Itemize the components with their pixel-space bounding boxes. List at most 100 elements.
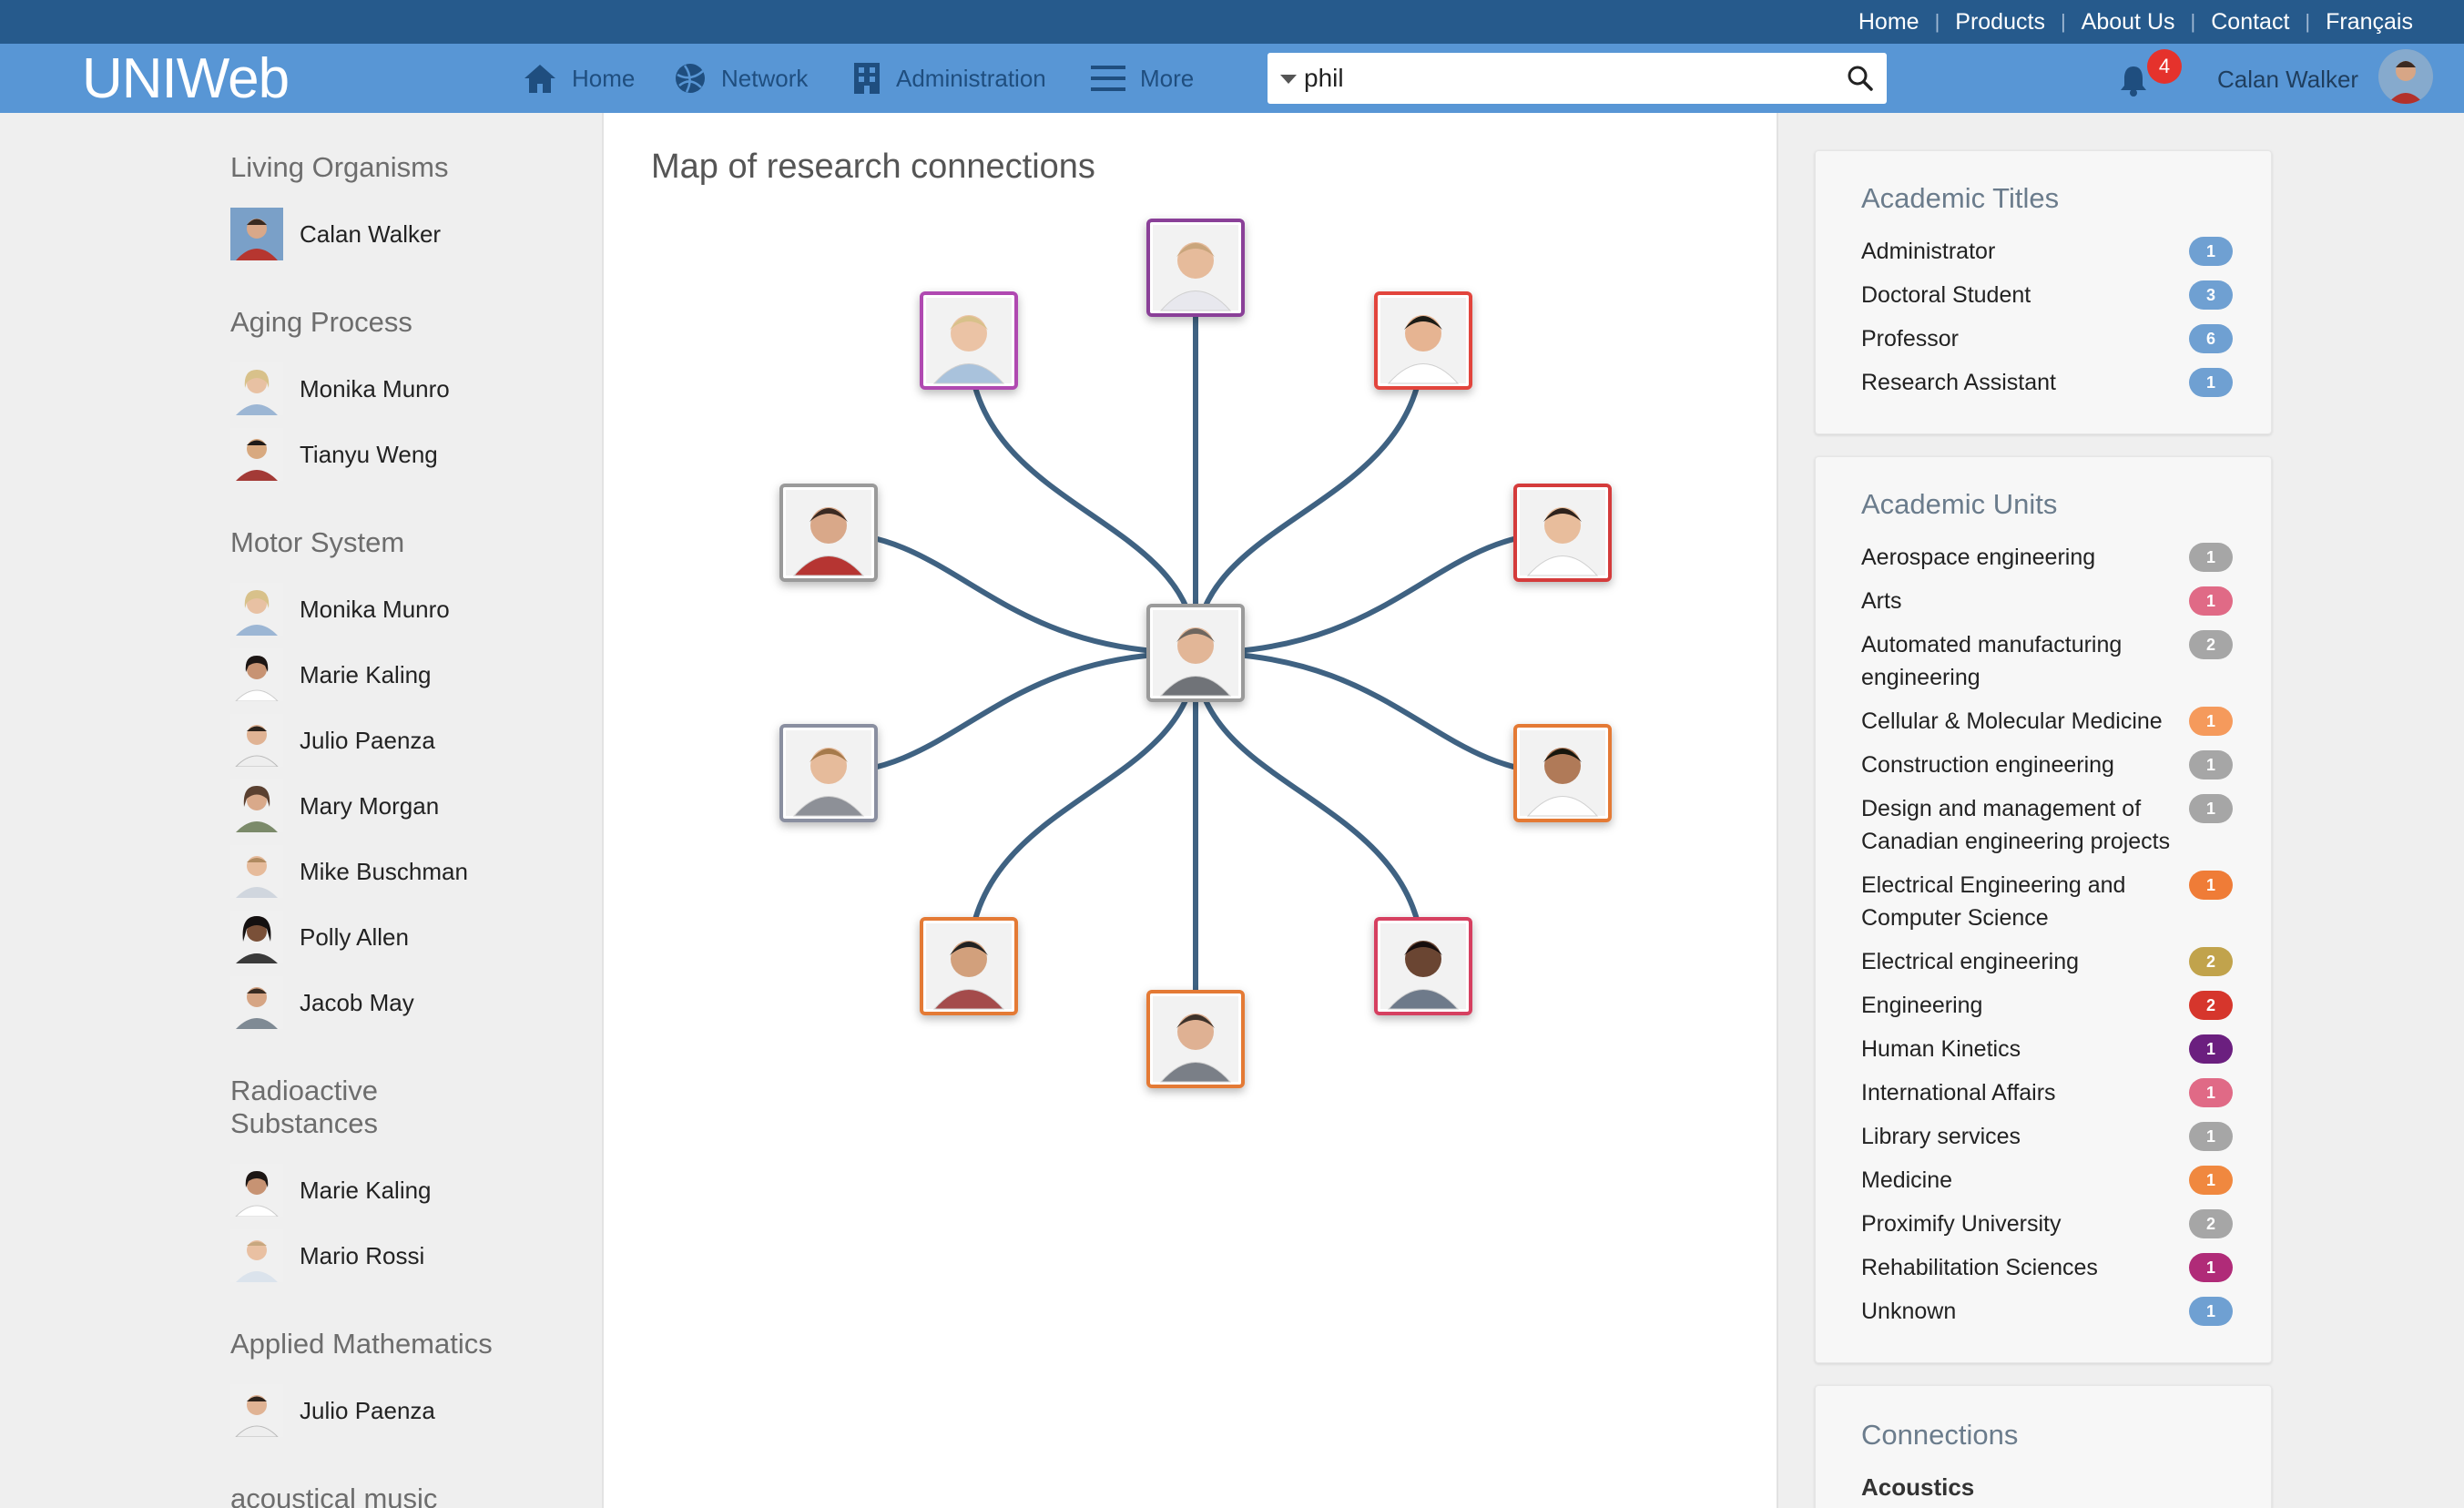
filter-row[interactable]: Human Kinetics 1 bbox=[1861, 1033, 2233, 1065]
connections-heading: Connections bbox=[1861, 1419, 2019, 1451]
filter-row[interactable]: Electrical Engineering and Computer Scie… bbox=[1861, 869, 2233, 934]
keyword-sidebar: Living Organisms Calan Walker Aging Proc… bbox=[0, 113, 601, 1508]
notification-badge[interactable]: 4 bbox=[2147, 49, 2182, 84]
person-item[interactable]: Mary Morgan bbox=[230, 779, 439, 832]
section-title-radioactive-substances[interactable]: Radioactive Substances bbox=[230, 1075, 531, 1140]
count-badge: 1 bbox=[2189, 1078, 2233, 1107]
filter-row[interactable]: Aerospace engineering 1 bbox=[1861, 541, 2233, 574]
search-filter-dropdown[interactable] bbox=[1280, 75, 1297, 84]
researcher-node[interactable] bbox=[779, 724, 878, 822]
logo[interactable]: UNIWeb bbox=[82, 47, 290, 111]
filter-row[interactable]: Professor 6 bbox=[1861, 322, 2233, 355]
researcher-node[interactable] bbox=[1146, 219, 1245, 317]
filter-row[interactable]: Doctoral Student 3 bbox=[1861, 279, 2233, 311]
section-title-applied-mathematics[interactable]: Applied Mathematics bbox=[230, 1328, 531, 1360]
person-avatar bbox=[230, 1229, 283, 1282]
filter-row[interactable]: Design and management of Canadian engine… bbox=[1861, 792, 2233, 858]
nav-more[interactable]: More bbox=[1091, 44, 1194, 113]
top-link-home[interactable]: Home bbox=[1858, 9, 1919, 36]
top-link-about[interactable]: About Us bbox=[2082, 9, 2175, 36]
person-avatar bbox=[230, 1164, 283, 1217]
nav-network[interactable]: Network bbox=[674, 44, 808, 113]
section-title-motor-system[interactable]: Motor System bbox=[230, 526, 531, 559]
count-badge: 1 bbox=[2189, 1297, 2233, 1326]
researcher-node[interactable] bbox=[1374, 291, 1472, 390]
person-item[interactable]: Jacob May bbox=[230, 976, 414, 1029]
filter-row[interactable]: Automated manufacturing engineering 2 bbox=[1861, 628, 2233, 694]
filter-row[interactable]: Unknown 1 bbox=[1861, 1295, 2233, 1328]
filter-row[interactable]: Engineering 2 bbox=[1861, 989, 2233, 1022]
person-item[interactable]: Monika Munro bbox=[230, 362, 450, 415]
researcher-node[interactable] bbox=[920, 291, 1018, 390]
bell-icon[interactable] bbox=[2118, 64, 2149, 97]
person-avatar bbox=[230, 976, 283, 1029]
count-badge: 2 bbox=[2189, 1209, 2233, 1238]
section-title-aging-process[interactable]: Aging Process bbox=[230, 306, 531, 339]
count-badge: 1 bbox=[2189, 237, 2233, 266]
researcher-node[interactable] bbox=[1146, 990, 1245, 1088]
filter-row[interactable]: Administrator 1 bbox=[1861, 235, 2233, 268]
researcher-node[interactable] bbox=[920, 917, 1018, 1015]
person-item[interactable]: Mike Buschman bbox=[230, 845, 468, 898]
center-researcher-node[interactable] bbox=[1146, 604, 1245, 702]
count-badge: 1 bbox=[2189, 543, 2233, 572]
person-avatar bbox=[230, 428, 283, 481]
person-item[interactable]: Monika Munro bbox=[230, 583, 450, 636]
search-input[interactable] bbox=[1304, 53, 1823, 104]
filter-row[interactable]: International Affairs 1 bbox=[1861, 1076, 2233, 1109]
search-icon[interactable] bbox=[1847, 65, 1874, 92]
researcher-node[interactable] bbox=[1513, 484, 1612, 582]
person-item[interactable]: Julio Paenza bbox=[230, 714, 435, 767]
connections-panel: Connections Acoustics bbox=[1815, 1385, 2272, 1508]
person-avatar bbox=[230, 583, 283, 636]
top-link-language[interactable]: Français bbox=[2326, 9, 2413, 36]
researcher-node[interactable] bbox=[1374, 917, 1472, 1015]
academic-titles-heading: Academic Titles bbox=[1861, 182, 2060, 214]
count-badge: 1 bbox=[2189, 1034, 2233, 1064]
top-nav: Home | Products | About Us | Contact | F… bbox=[1858, 8, 2413, 36]
filter-row[interactable]: Electrical engineering 2 bbox=[1861, 945, 2233, 978]
home-icon bbox=[524, 65, 555, 93]
person-item[interactable]: Marie Kaling bbox=[230, 1164, 432, 1217]
nav-home-label: Home bbox=[572, 64, 636, 92]
top-link-products[interactable]: Products bbox=[1955, 9, 2045, 36]
academic-units-heading: Academic Units bbox=[1861, 488, 2058, 520]
main-panel: Map of research connections bbox=[602, 113, 1778, 1508]
research-network-graph bbox=[779, 219, 1612, 1088]
person-item[interactable]: Polly Allen bbox=[230, 911, 409, 963]
filter-row[interactable]: Construction engineering 1 bbox=[1861, 749, 2233, 781]
nav-home[interactable]: Home bbox=[523, 44, 635, 113]
filter-row[interactable]: Research Assistant 1 bbox=[1861, 366, 2233, 399]
count-badge: 1 bbox=[2189, 368, 2233, 397]
top-link-contact[interactable]: Contact bbox=[2211, 9, 2289, 36]
search-box bbox=[1268, 53, 1887, 104]
nav-administration[interactable]: Administration bbox=[852, 44, 1046, 113]
nav-administration-label: Administration bbox=[896, 64, 1046, 92]
researcher-node[interactable] bbox=[779, 484, 878, 582]
person-item[interactable]: Calan Walker bbox=[230, 208, 441, 260]
filter-row[interactable]: Proximify University 2 bbox=[1861, 1207, 2233, 1240]
person-item[interactable]: Marie Kaling bbox=[230, 648, 432, 701]
section-title-living-organisms[interactable]: Living Organisms bbox=[230, 151, 531, 184]
top-bar: Home | Products | About Us | Contact | F… bbox=[0, 0, 2464, 44]
person-avatar bbox=[230, 1384, 283, 1437]
count-badge: 1 bbox=[2189, 794, 2233, 823]
filter-row[interactable]: Medicine 1 bbox=[1861, 1164, 2233, 1197]
filter-row[interactable]: Arts 1 bbox=[1861, 585, 2233, 617]
person-item[interactable]: Mario Rossi bbox=[230, 1229, 424, 1282]
filter-row[interactable]: Library services 1 bbox=[1861, 1120, 2233, 1153]
researcher-node[interactable] bbox=[1513, 724, 1612, 822]
section-title-acoustical-music[interactable]: acoustical music bbox=[230, 1483, 531, 1508]
person-avatar bbox=[230, 208, 283, 260]
connection-item[interactable]: Acoustics bbox=[1861, 1473, 1974, 1502]
count-badge: 1 bbox=[2189, 871, 2233, 900]
user-avatar[interactable] bbox=[2378, 49, 2433, 104]
person-item[interactable]: Julio Paenza bbox=[230, 1384, 435, 1437]
user-name[interactable]: Calan Walker bbox=[2217, 66, 2358, 94]
person-item[interactable]: Tianyu Weng bbox=[230, 428, 438, 481]
person-avatar bbox=[230, 845, 283, 898]
filter-row[interactable]: Cellular & Molecular Medicine 1 bbox=[1861, 705, 2233, 738]
filter-row[interactable]: Rehabilitation Sciences 1 bbox=[1861, 1251, 2233, 1284]
count-badge: 2 bbox=[2189, 630, 2233, 659]
academic-titles-panel: Academic Titles Administrator 1 Doctoral… bbox=[1815, 150, 2272, 434]
